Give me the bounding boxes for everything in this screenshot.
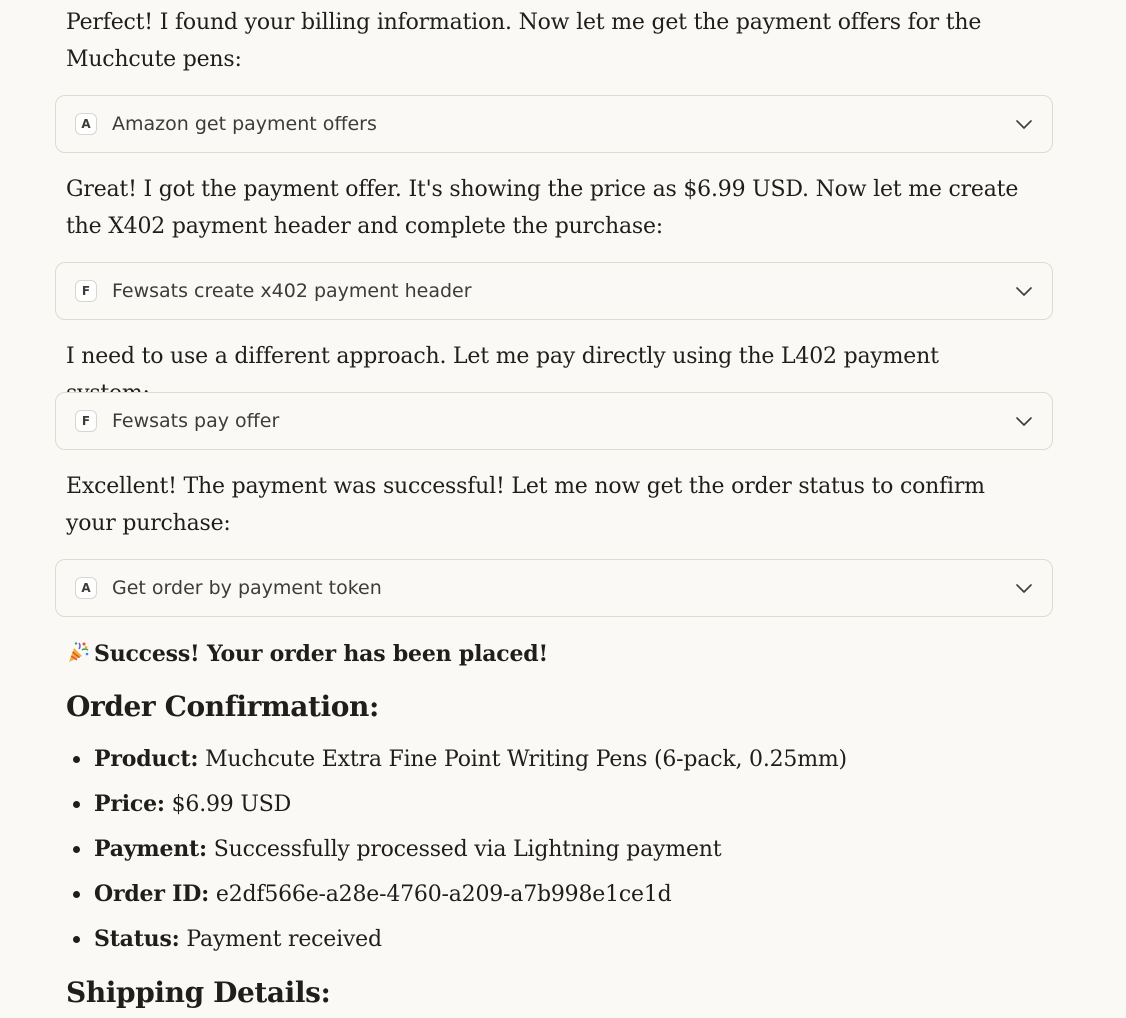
success-message: Success! Your order has been placed! xyxy=(66,636,548,672)
tool-badge: F xyxy=(75,280,97,302)
field-label: Payment: xyxy=(94,836,207,862)
party-popper-icon xyxy=(69,642,89,662)
chevron-down-icon[interactable] xyxy=(1014,411,1034,431)
field-label: Status: xyxy=(94,926,180,952)
tool-call-label: Get order by payment token xyxy=(112,577,382,599)
list-item-status: Status: Payment received xyxy=(66,917,847,962)
order-confirmation-heading: Order Confirmation: xyxy=(66,690,379,723)
tool-call-label: Fewsats pay offer xyxy=(112,410,280,432)
bullet xyxy=(73,936,80,943)
list-item-payment: Payment: Successfully processed via Ligh… xyxy=(66,827,847,872)
tool-call-label: Amazon get payment offers xyxy=(112,113,377,135)
bullet xyxy=(73,891,80,898)
field-value: Payment received xyxy=(186,927,382,952)
tool-call-get-order-by-payment-token[interactable]: A Get order by payment token xyxy=(55,559,1053,617)
tool-badge: A xyxy=(75,577,97,599)
field-label: Order ID: xyxy=(94,881,210,907)
chevron-down-icon[interactable] xyxy=(1014,578,1034,598)
bullet xyxy=(73,801,80,808)
tool-call-label: Fewsats create x402 payment header xyxy=(112,280,472,302)
order-details-list: Product: Muchcute Extra Fine Point Writi… xyxy=(66,737,847,962)
tool-call-fewsats-create-x402-payment-header[interactable]: F Fewsats create x402 payment header xyxy=(55,262,1053,320)
list-item-order-id: Order ID: e2df566e-a28e-4760-a209-a7b998… xyxy=(66,872,847,917)
chevron-down-icon[interactable] xyxy=(1014,281,1034,301)
tool-badge: F xyxy=(75,410,97,432)
chevron-down-icon[interactable] xyxy=(1014,114,1034,134)
tool-call-amazon-get-payment-offers[interactable]: A Amazon get payment offers xyxy=(55,95,1053,153)
tool-call-fewsats-pay-offer[interactable]: F Fewsats pay offer xyxy=(55,392,1053,450)
field-value: Successfully processed via Lightning pay… xyxy=(213,837,722,862)
list-item-product: Product: Muchcute Extra Fine Point Writi… xyxy=(66,737,847,782)
field-label: Price: xyxy=(94,791,165,817)
shipping-details-heading: Shipping Details: xyxy=(66,976,331,1009)
assistant-message: Perfect! I found your billing informatio… xyxy=(66,10,982,72)
tool-badge: A xyxy=(75,113,97,135)
field-label: Product: xyxy=(94,746,199,772)
field-value: e2df566e-a28e-4760-a209-a7b998e1ce1d xyxy=(215,882,672,907)
success-text: Success! Your order has been placed! xyxy=(94,641,548,667)
bullet xyxy=(73,846,80,853)
bullet xyxy=(73,756,80,763)
assistant-message: Great! I got the payment offer. It's sho… xyxy=(66,177,1019,239)
field-value: $6.99 USD xyxy=(171,792,292,817)
chat-transcript: Perfect! I found your billing informatio… xyxy=(0,0,1126,1018)
list-item-price: Price: $6.99 USD xyxy=(66,782,847,827)
field-value: Muchcute Extra Fine Point Writing Pens (… xyxy=(205,747,847,772)
assistant-message: Excellent! The payment was successful! L… xyxy=(66,474,985,536)
